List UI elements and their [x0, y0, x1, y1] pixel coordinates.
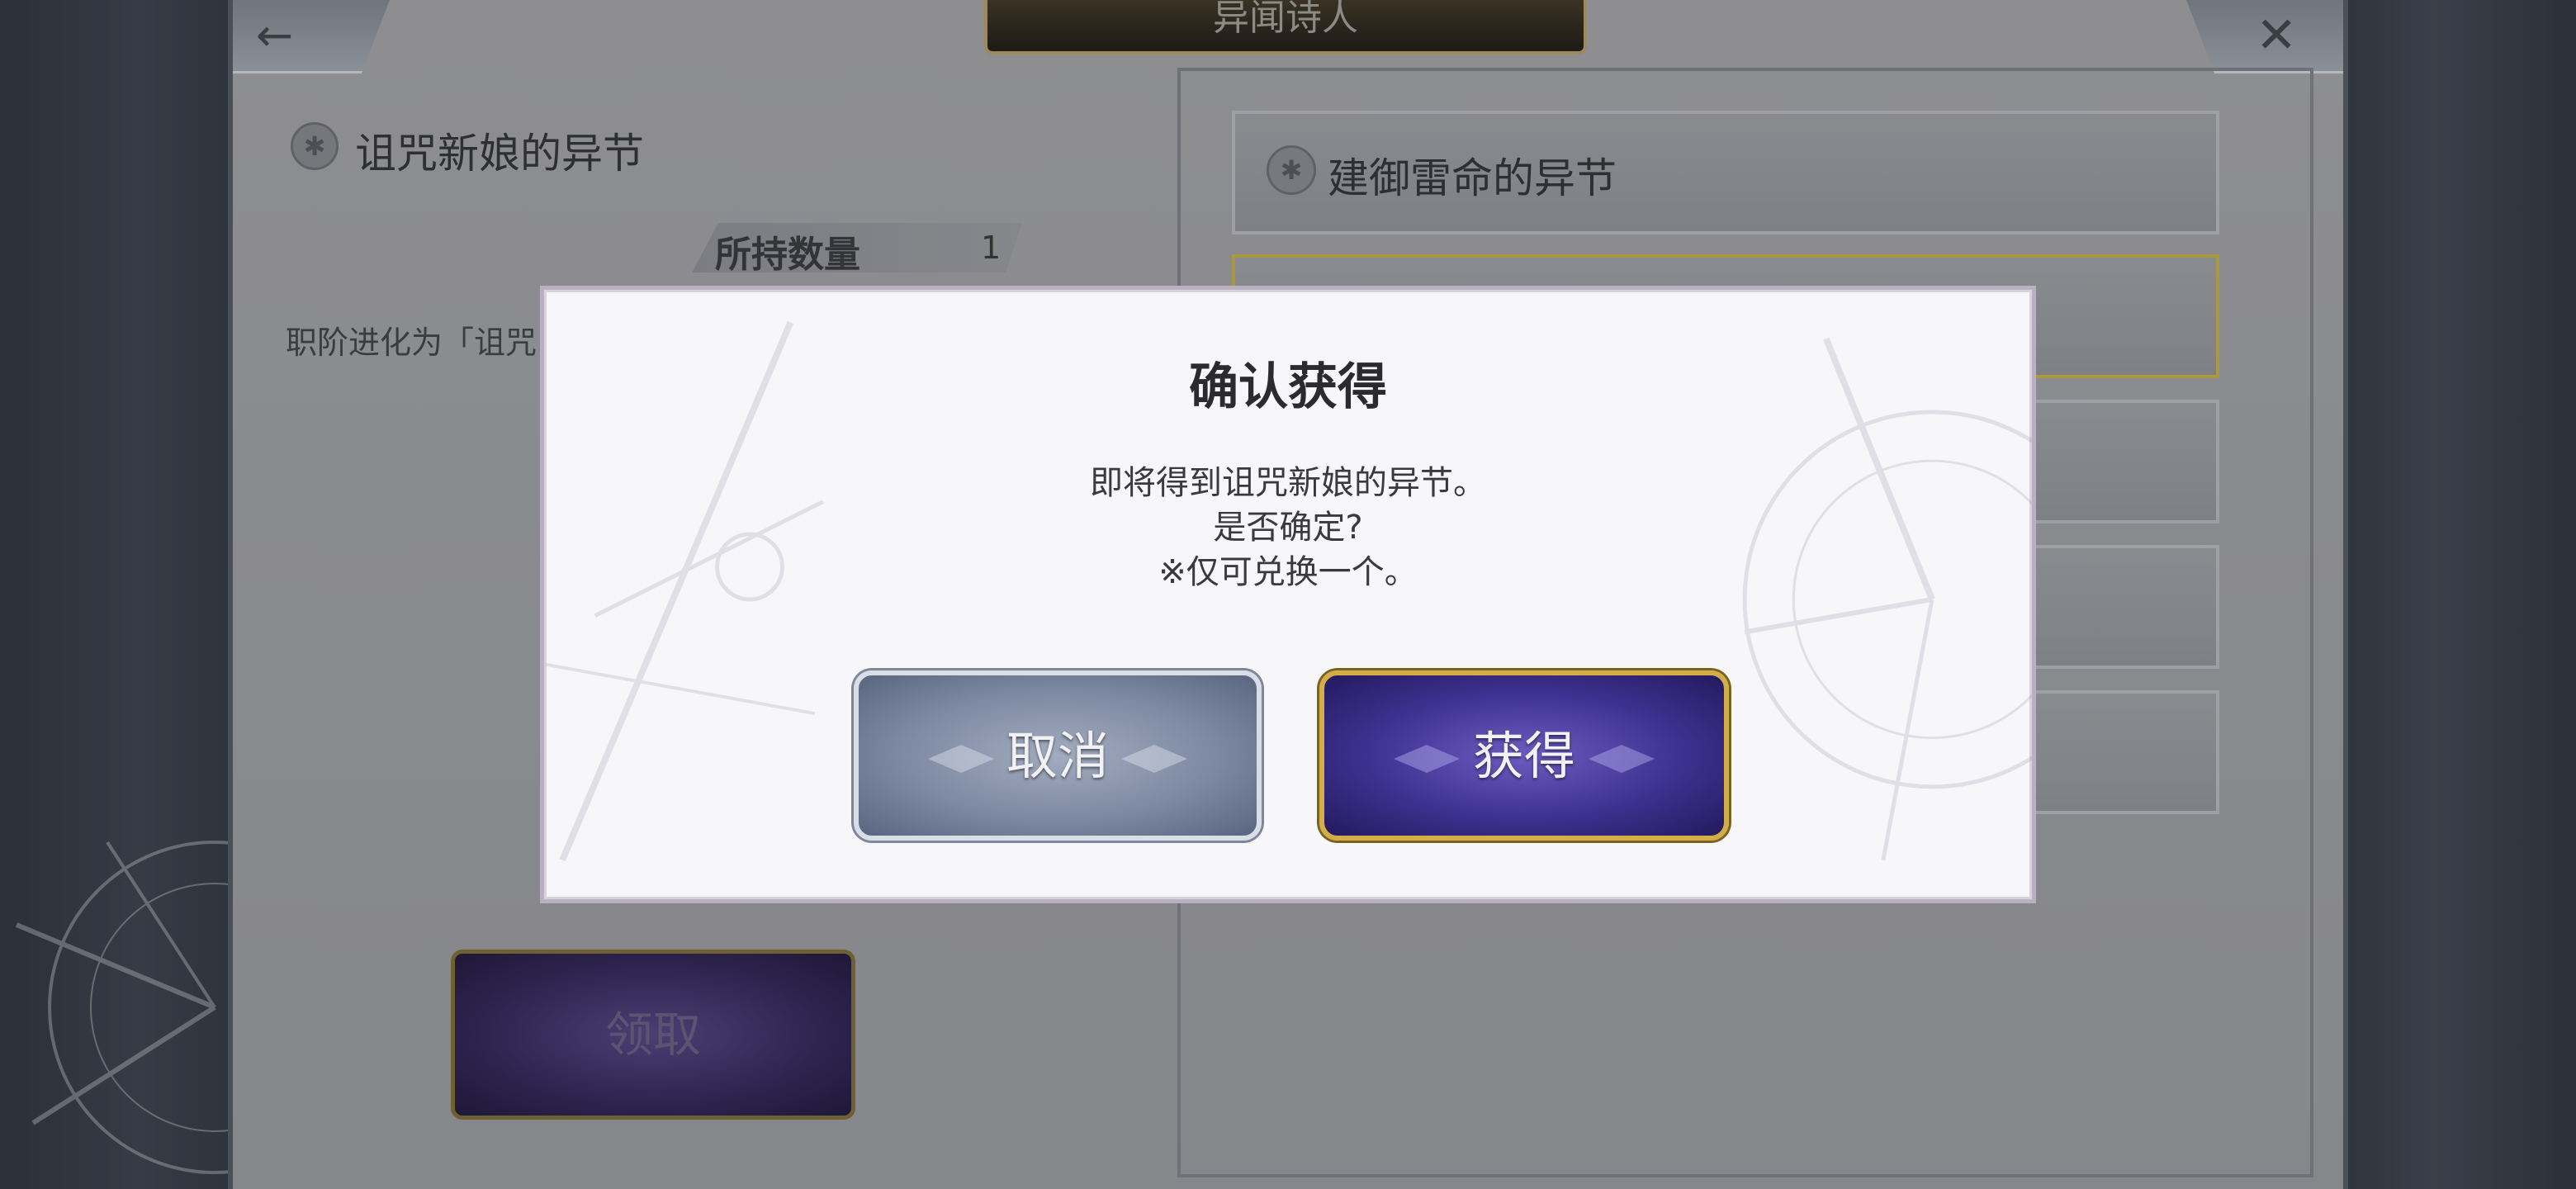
- page-title: 异闻诗人: [1213, 0, 1358, 39]
- left-wall: [0, 0, 233, 1189]
- confirm-get-button[interactable]: 获得: [1319, 670, 1729, 841]
- page-title-plate: 异闻诗人: [984, 0, 1587, 54]
- cancel-button-label: 取消: [1006, 726, 1109, 786]
- book-icon: ✱: [1267, 145, 1316, 195]
- confirm-get-button-label: 获得: [1472, 726, 1575, 786]
- diamond-ornament-icon: [1589, 745, 1655, 773]
- clock-ornament-icon: [15, 841, 231, 1174]
- dialog-note-line: ※仅可兑换一个。: [1158, 553, 1418, 591]
- dialog-title: 确认获得: [1189, 358, 1387, 416]
- diamond-ornament-icon: [1394, 745, 1460, 773]
- right-wall: [2343, 0, 2576, 1189]
- list-item-title: 建御雷命的异节: [1328, 154, 1617, 202]
- right-wall-edge: [2343, 0, 2348, 1189]
- book-icon: ✱: [291, 122, 339, 170]
- item-title: 诅咒新娘的异节: [355, 130, 644, 178]
- quantity-value: 1: [981, 230, 1002, 266]
- quantity-label: 所持数量: [715, 234, 860, 276]
- dialog-message-line: 即将得到诅咒新娘的异节。: [1090, 464, 1486, 502]
- diamond-ornament-icon: [928, 745, 994, 773]
- receive-button[interactable]: 领取: [451, 950, 855, 1120]
- close-icon[interactable]: ✕: [2256, 11, 2304, 60]
- dialog-message-line: 是否确定?: [1213, 509, 1363, 547]
- back-arrow-icon[interactable]: ←: [256, 13, 305, 58]
- cancel-button[interactable]: 取消: [854, 670, 1262, 841]
- diamond-ornament-icon: [1121, 745, 1187, 773]
